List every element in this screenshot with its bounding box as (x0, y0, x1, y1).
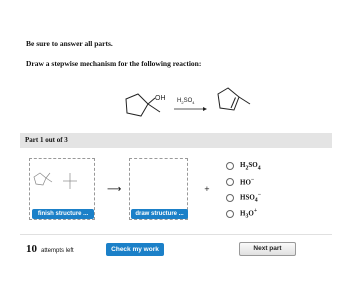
next-part-button[interactable]: Next part (239, 242, 296, 256)
attempts-text: attempts left (41, 248, 74, 254)
finish-structure-button[interactable]: finish structure ... (32, 209, 94, 219)
option-ho-minus[interactable]: HO− (226, 176, 254, 188)
radio-button[interactable] (226, 178, 234, 186)
reactant-oh-label: OH (155, 95, 166, 102)
structure-box-2[interactable]: draw structure ... (129, 158, 188, 220)
option-label: H3O+ (240, 208, 258, 220)
check-my-work-button[interactable]: Check my work (106, 243, 164, 256)
reagent-label: H2SO4 (177, 98, 195, 105)
reaction-scheme: OH H2SO4 (125, 87, 251, 117)
mechanism-arrow-icon: ⟶ (107, 184, 122, 195)
option-label: HO− (240, 177, 255, 187)
intro-text: Be sure to answer all parts. (26, 39, 113, 48)
product-structure (217, 87, 251, 111)
plus-sign: + (204, 185, 210, 193)
radio-button[interactable] (226, 162, 234, 170)
reaction-arrowhead (203, 107, 207, 111)
option-label: HSO4− (240, 192, 262, 204)
draw-structure-button[interactable]: draw structure ... (131, 209, 188, 219)
footer-divider (20, 234, 332, 235)
option-hso4-minus[interactable]: HSO4− (226, 192, 261, 204)
part-header: Part 1 out of 3 (20, 133, 332, 148)
option-h2so4[interactable]: H2SO4 (226, 160, 261, 172)
option-h3o-plus[interactable]: H3O+ (226, 208, 257, 220)
radio-button[interactable] (226, 210, 234, 218)
structure-preview (33, 172, 77, 189)
radio-button[interactable] (226, 194, 234, 202)
option-label: H2SO4 (240, 160, 261, 172)
part-label: Part 1 out of 3 (25, 136, 68, 144)
attempts-indicator: 10 attempts left (26, 243, 74, 255)
attempts-count: 10 (26, 243, 37, 255)
question-prompt: Draw a stepwise mechanism for the follow… (26, 59, 202, 68)
structure-box-1[interactable]: finish structure ... (29, 158, 95, 220)
